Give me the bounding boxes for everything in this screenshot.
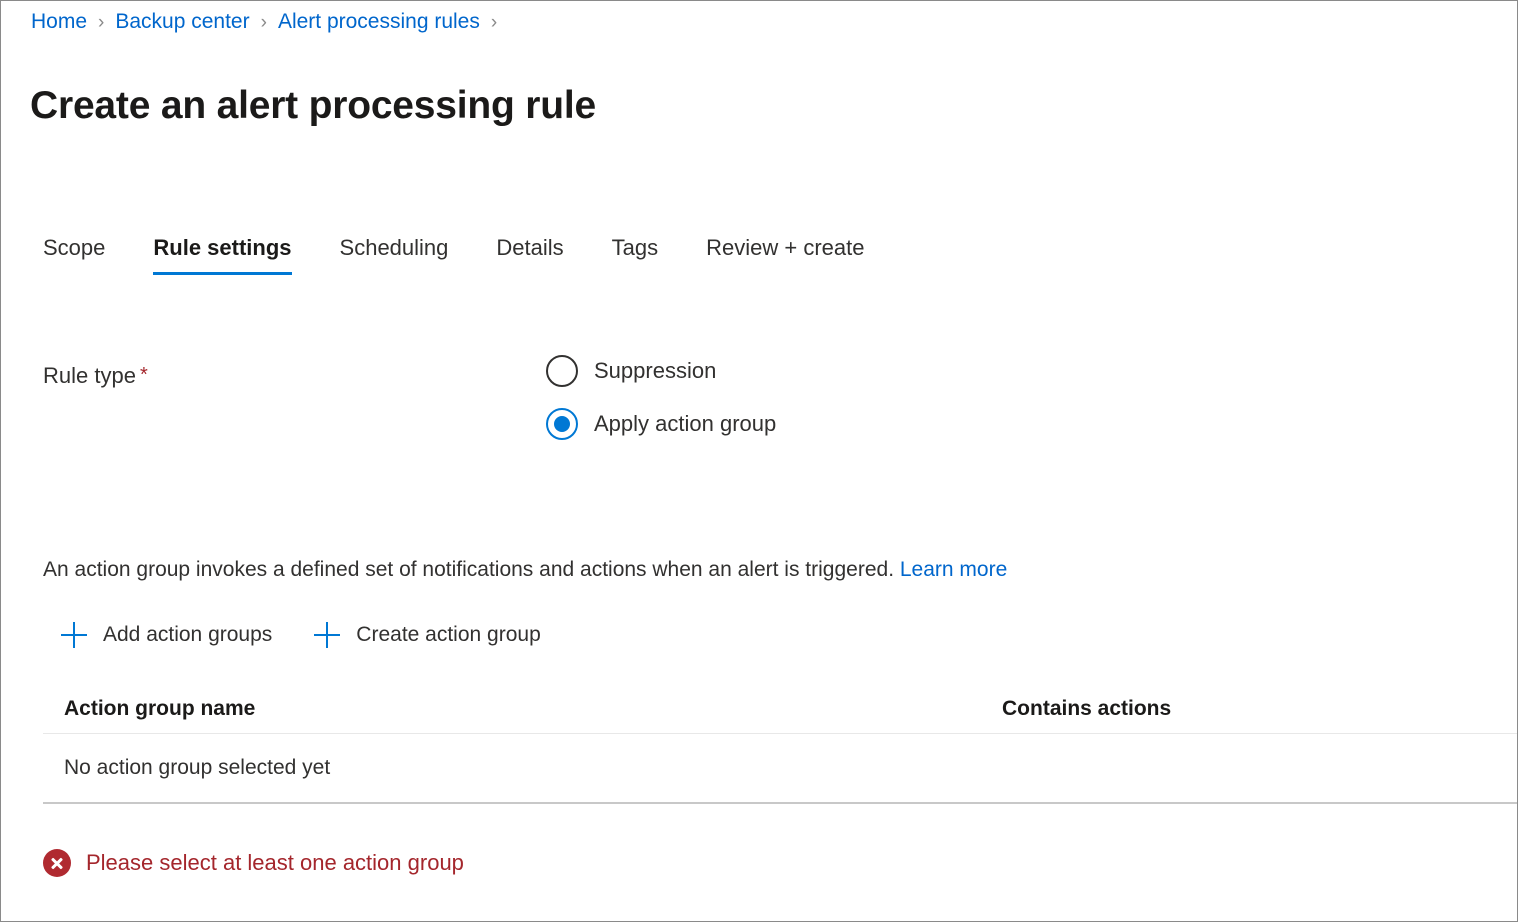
- tab-label: Details: [496, 235, 564, 260]
- action-group-table: Action group name Contains actions No ac…: [43, 685, 1517, 804]
- tab-rule-settings[interactable]: Rule settings: [153, 235, 292, 275]
- required-asterisk: *: [139, 364, 148, 386]
- table-bottom-divider: [43, 802, 1517, 804]
- breadcrumb: Home › Backup center › Alert processing …: [31, 5, 508, 39]
- column-header-contains-actions: Contains actions: [1002, 697, 1172, 720]
- tab-label: Scheduling: [339, 235, 449, 260]
- error-circle-x-icon: [43, 849, 71, 877]
- breadcrumb-item-backup-center[interactable]: Backup center: [115, 10, 249, 34]
- action-group-description: An action group invokes a defined set of…: [43, 558, 1007, 582]
- action-group-command-bar: Add action groups Create action group: [61, 615, 541, 655]
- tab-scheduling[interactable]: Scheduling: [340, 235, 449, 275]
- add-action-groups-label: Add action groups: [103, 623, 273, 646]
- radio-unchecked-icon[interactable]: [546, 355, 578, 387]
- learn-more-link[interactable]: Learn more: [900, 558, 1007, 581]
- tab-label: Tags: [611, 235, 659, 260]
- rule-type-radio-group: Suppression Apply action group: [546, 353, 776, 442]
- create-action-group-label: Create action group: [356, 623, 541, 646]
- breadcrumb-item-home[interactable]: Home: [31, 10, 87, 34]
- radio-option-label: Suppression: [594, 358, 717, 383]
- tab-label: Rule settings: [153, 235, 292, 260]
- tab-tags[interactable]: Tags: [612, 235, 658, 275]
- rule-type-label-text: Rule type: [43, 363, 136, 388]
- validation-error: Please select at least one action group: [43, 849, 464, 877]
- tab-label: Scope: [43, 235, 106, 260]
- validation-error-message: Please select at least one action group: [86, 850, 464, 875]
- radio-option-apply-action-group[interactable]: Apply action group: [546, 406, 776, 442]
- radio-option-label: Apply action group: [594, 411, 777, 436]
- plus-icon: [61, 622, 87, 648]
- radio-checked-icon[interactable]: [546, 408, 578, 440]
- radio-option-suppression[interactable]: Suppression: [546, 353, 776, 389]
- tab-details[interactable]: Details: [496, 235, 563, 275]
- breadcrumb-item-alert-processing-rules[interactable]: Alert processing rules: [278, 10, 480, 34]
- description-text: An action group invokes a defined set of…: [43, 558, 895, 581]
- breadcrumb-separator-icon: ›: [490, 11, 498, 33]
- table-row: No action group selected yet: [43, 734, 1517, 802]
- alert-processing-rule-page: Home › Backup center › Alert processing …: [0, 0, 1518, 922]
- column-header-action-group-name: Action group name: [64, 697, 256, 720]
- breadcrumb-separator-icon: ›: [260, 11, 267, 33]
- tab-review-create[interactable]: Review + create: [706, 235, 864, 275]
- add-action-groups-button[interactable]: Add action groups: [61, 622, 272, 648]
- plus-icon: [314, 622, 341, 648]
- cell-action-group-name: No action group selected yet: [64, 756, 331, 779]
- table-header-row: Action group name Contains actions: [43, 685, 1517, 733]
- wizard-tab-bar: Scope Rule settings Scheduling Details T…: [43, 223, 865, 275]
- create-action-group-button[interactable]: Create action group: [314, 622, 541, 648]
- rule-type-label: Rule type *: [43, 363, 148, 389]
- tab-label: Review + create: [706, 235, 865, 260]
- page-title: Create an alert processing rule: [30, 84, 597, 128]
- breadcrumb-separator-icon: ›: [98, 11, 105, 33]
- tab-scope[interactable]: Scope: [43, 235, 105, 275]
